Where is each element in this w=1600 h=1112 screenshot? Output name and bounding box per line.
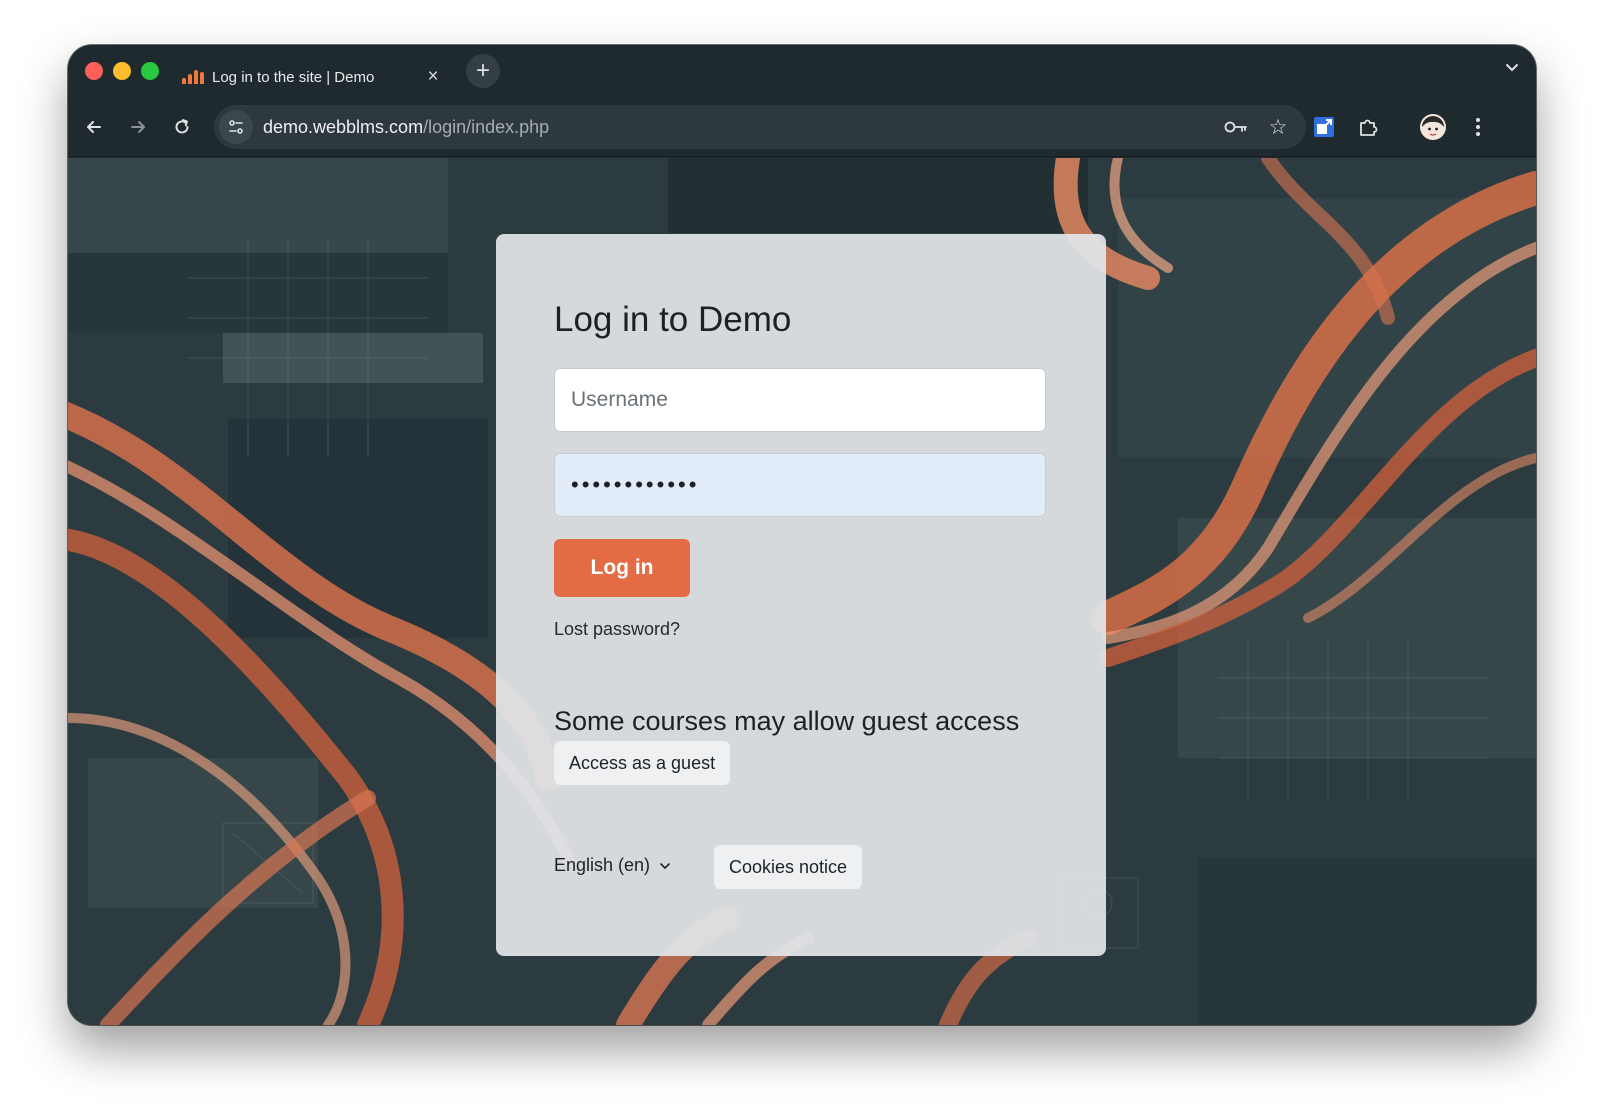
tab-close-icon[interactable]: × (422, 66, 444, 88)
login-card: Log in to Demo Username •••••••••••• Log… (496, 234, 1106, 956)
page-title: Log in to Demo (554, 300, 792, 339)
close-window-button[interactable] (85, 62, 103, 80)
address-bar[interactable]: demo.webblms.com/login/index.php ☆ (214, 105, 1306, 149)
url-text: demo.webblms.com/login/index.php (263, 117, 549, 138)
guest-access-button[interactable]: Access as a guest (554, 741, 731, 785)
tab-title: Log in to the site | Demo (212, 68, 375, 86)
url-host: demo.webblms.com (263, 116, 424, 137)
language-label: English (en) (554, 855, 651, 875)
profile-avatar[interactable] (1415, 109, 1451, 145)
forward-icon[interactable] (120, 109, 156, 145)
extension-app-icon[interactable] (1306, 109, 1342, 145)
more-menu-icon[interactable] (1460, 109, 1496, 145)
tab-strip: Log in to the site | Demo × + (68, 45, 1536, 101)
browser-toolbar: demo.webblms.com/login/index.php ☆ (68, 101, 1536, 157)
username-input[interactable]: Username (554, 368, 1046, 432)
guest-access-heading: Some courses may allow guest access (554, 706, 1020, 736)
lost-password-link[interactable]: Lost password? (554, 619, 680, 640)
chevron-down-icon (660, 862, 670, 869)
password-key-icon[interactable] (1220, 111, 1252, 143)
reload-icon[interactable] (164, 109, 200, 145)
divider (554, 808, 1046, 809)
bookmark-star-icon[interactable]: ☆ (1262, 111, 1294, 143)
cookies-notice-button[interactable]: Cookies notice (714, 845, 863, 889)
url-path: /login/index.php (423, 116, 550, 137)
page-content: Log in to Demo Username •••••••••••• Log… (68, 158, 1536, 1025)
login-button[interactable]: Log in (554, 539, 690, 597)
minimize-window-button[interactable] (113, 62, 131, 80)
moodle-favicon-icon (182, 70, 204, 84)
browser-window: Log in to the site | Demo × + demo.webbl… (68, 45, 1536, 1025)
divider (554, 666, 1046, 667)
language-selector[interactable]: English (en) (554, 855, 671, 876)
new-tab-button[interactable]: + (466, 54, 500, 88)
back-icon[interactable] (76, 109, 112, 145)
tab-login[interactable]: Log in to the site | Demo × (172, 53, 450, 101)
extensions-puzzle-icon[interactable] (1350, 109, 1386, 145)
site-info-icon[interactable] (219, 110, 253, 144)
maximize-window-button[interactable] (141, 62, 159, 80)
password-input[interactable]: •••••••••••• (554, 453, 1046, 517)
tab-search-chevron-icon[interactable] (1504, 59, 1520, 80)
